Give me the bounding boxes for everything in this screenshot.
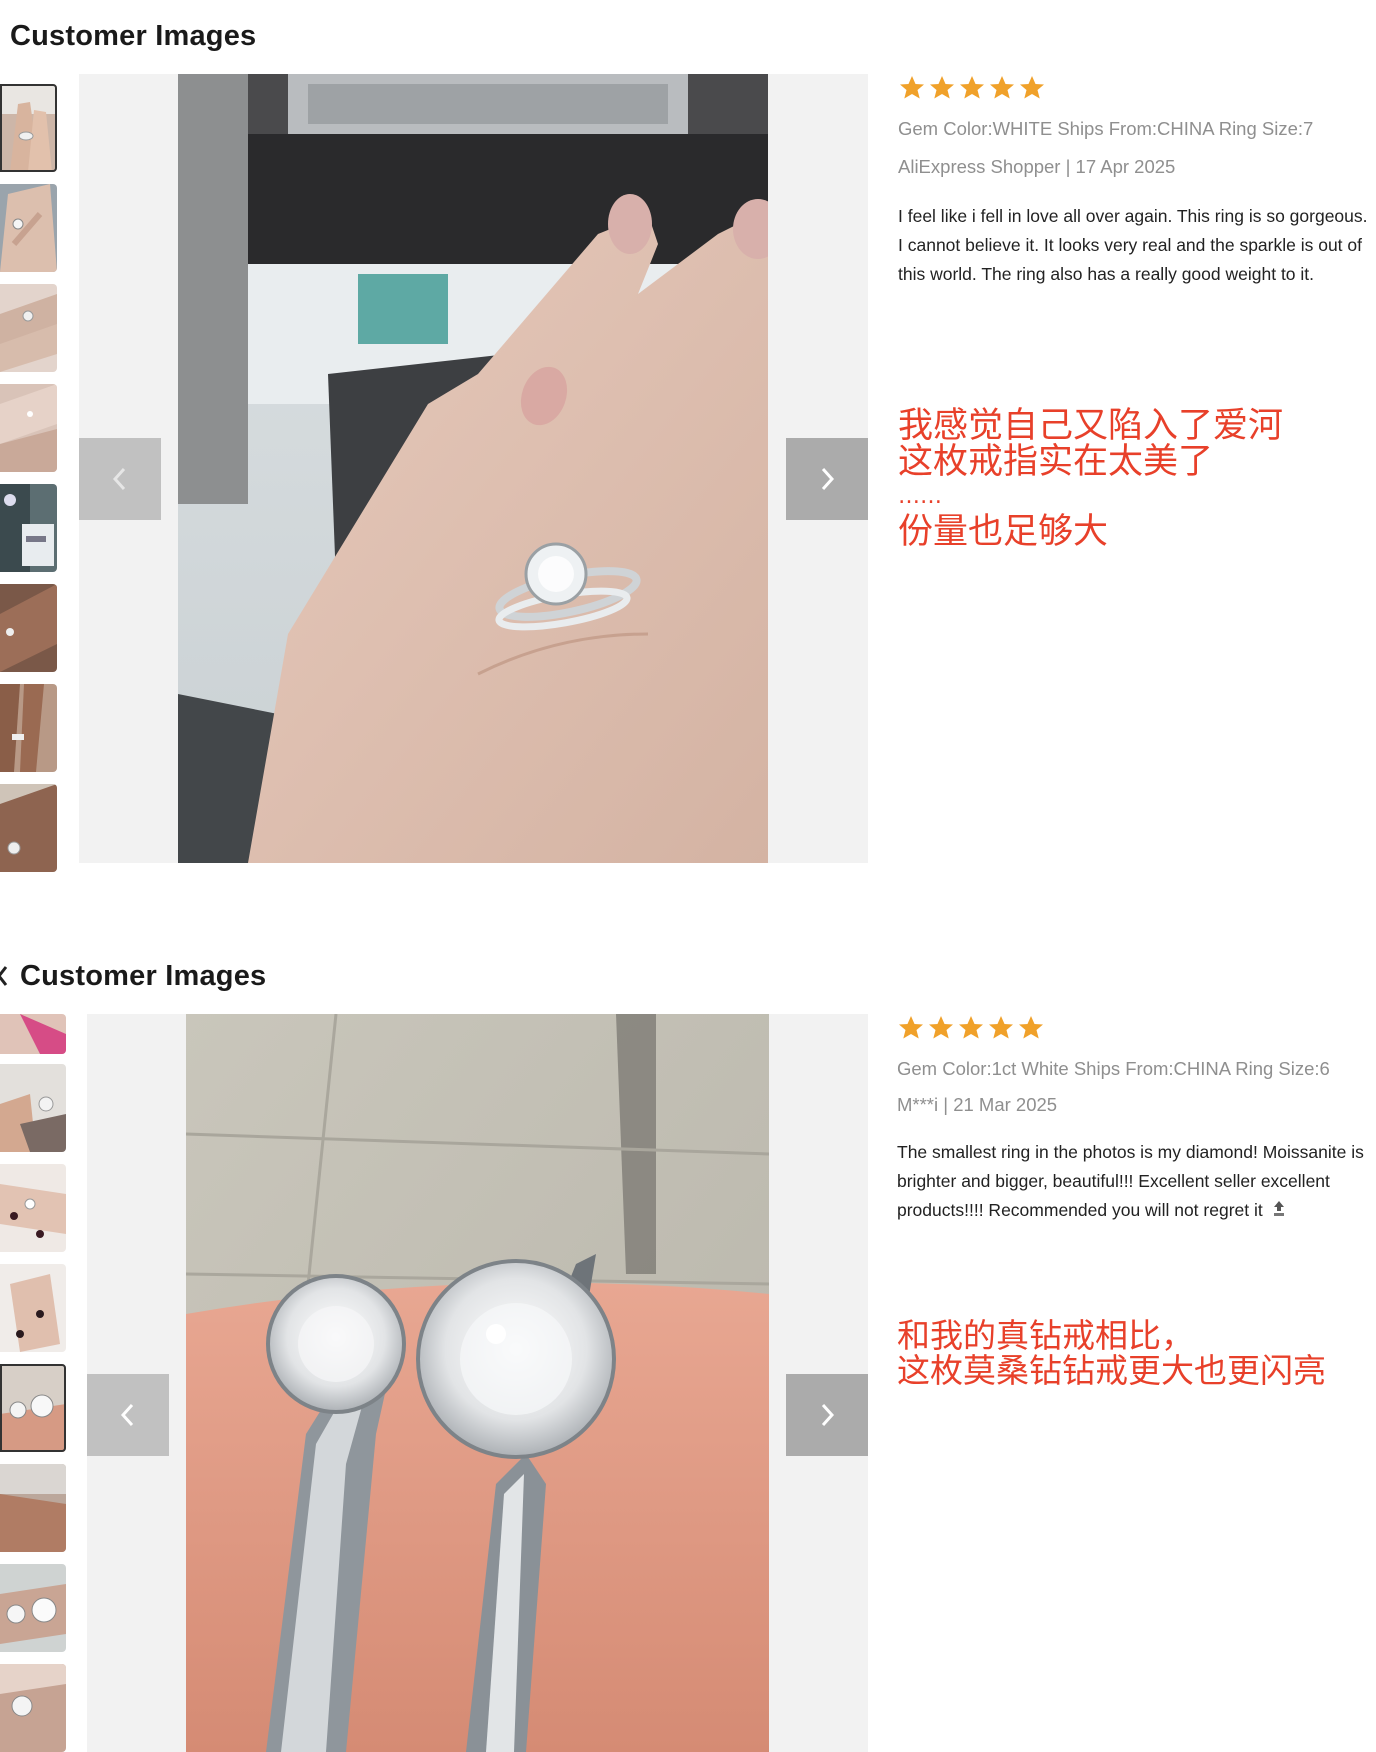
next-image-button[interactable] bbox=[786, 438, 868, 520]
back-button[interactable] bbox=[0, 962, 8, 994]
thumbnail-image[interactable] bbox=[0, 1064, 66, 1152]
review-text: I feel like i fell in love all over agai… bbox=[898, 206, 1368, 284]
thumbnail-image[interactable] bbox=[0, 1464, 66, 1552]
star-icon bbox=[930, 76, 954, 99]
chevron-right-icon bbox=[821, 1403, 835, 1427]
thumbnail-image[interactable] bbox=[0, 284, 57, 372]
thumbnail-image[interactable] bbox=[0, 584, 57, 672]
annotation-line: 这枚莫桑钻钻戒更大也更闪亮 bbox=[897, 1351, 1326, 1390]
thumbnail-image[interactable] bbox=[0, 484, 57, 572]
thumbnail-image[interactable] bbox=[0, 84, 57, 172]
review-attributes: Gem Color:WHITE Ships From:CHINA Ring Si… bbox=[898, 118, 1314, 139]
review-photo bbox=[186, 1014, 769, 1752]
thumbnail-image[interactable] bbox=[0, 1164, 66, 1252]
star-icon bbox=[929, 1016, 953, 1039]
star-icon bbox=[1019, 1016, 1043, 1039]
annotation-line: 份量也足够大 bbox=[898, 512, 1109, 552]
thumbnail-image[interactable] bbox=[0, 384, 57, 472]
star-icon bbox=[959, 1016, 983, 1039]
thumbnail-image[interactable] bbox=[0, 1264, 66, 1352]
image-viewer bbox=[87, 1014, 868, 1752]
annotation-line: 和我的真钻戒相比， bbox=[897, 1316, 1194, 1355]
previous-image-button[interactable] bbox=[79, 438, 161, 520]
thumbnail-image[interactable] bbox=[0, 1564, 66, 1652]
chevron-left-icon bbox=[112, 467, 126, 491]
star-icon bbox=[960, 76, 984, 99]
star-icon bbox=[899, 1016, 923, 1039]
review-author-date: M***i | 21 Mar 2025 bbox=[897, 1094, 1058, 1115]
translation-annotation: 我感觉自己又陷入了爱河 这枚戒指实在太美了 …… 份量也足够大 bbox=[898, 408, 1368, 550]
next-image-button[interactable] bbox=[786, 1374, 868, 1456]
review-attributes: Gem Color:1ct White Ships From:CHINA Rin… bbox=[897, 1058, 1330, 1079]
star-icon bbox=[989, 1016, 1013, 1039]
star-icon bbox=[990, 76, 1014, 99]
review-text: The smallest ring in the photos is my di… bbox=[897, 1142, 1364, 1220]
thumbnail-image[interactable] bbox=[0, 1014, 66, 1054]
top-arrow-icon bbox=[1273, 1201, 1284, 1216]
image-viewer bbox=[79, 74, 868, 863]
chevron-left-icon bbox=[120, 1403, 134, 1427]
annotation-line: 我感觉自己又陷入了爱河 bbox=[898, 406, 1284, 446]
review-section-1: Customer Images Gem Color:WHITE Ships Fr… bbox=[0, 0, 1376, 880]
thumbnail-image[interactable] bbox=[0, 1664, 66, 1752]
thumbnail-image[interactable] bbox=[0, 184, 57, 272]
review-author-date: AliExpress Shopper | 17 Apr 2025 bbox=[898, 156, 1176, 177]
thumbnail-image[interactable] bbox=[0, 1364, 66, 1452]
thumbnail-image[interactable] bbox=[0, 784, 57, 872]
section-title: Customer Images bbox=[10, 20, 257, 52]
review-details: Gem Color:WHITE Ships From:CHINA Ring Si… bbox=[898, 74, 1368, 574]
star-icon bbox=[900, 76, 924, 99]
star-rating bbox=[900, 76, 1044, 99]
previous-image-button[interactable] bbox=[87, 1374, 169, 1456]
thumbnail-image[interactable] bbox=[0, 684, 57, 772]
chevron-left-icon bbox=[0, 966, 8, 986]
annotation-line: …… bbox=[898, 484, 942, 509]
review-section-2: Customer Images Gem Color:1ct White Ship… bbox=[0, 940, 1376, 1752]
star-icon bbox=[1020, 76, 1044, 99]
review-text-container: The smallest ring in the photos is my di… bbox=[897, 1138, 1369, 1225]
annotation-line: 这枚戒指实在太美了 bbox=[898, 442, 1214, 482]
star-rating bbox=[899, 1016, 1043, 1039]
review-details: Gem Color:1ct White Ships From:CHINA Rin… bbox=[897, 1014, 1369, 1434]
translation-annotation: 和我的真钻戒相比， 这枚莫桑钻钻戒更大也更闪亮 bbox=[897, 1318, 1369, 1388]
chevron-right-icon bbox=[821, 467, 835, 491]
review-photo bbox=[178, 74, 768, 863]
section-title: Customer Images bbox=[20, 960, 267, 992]
